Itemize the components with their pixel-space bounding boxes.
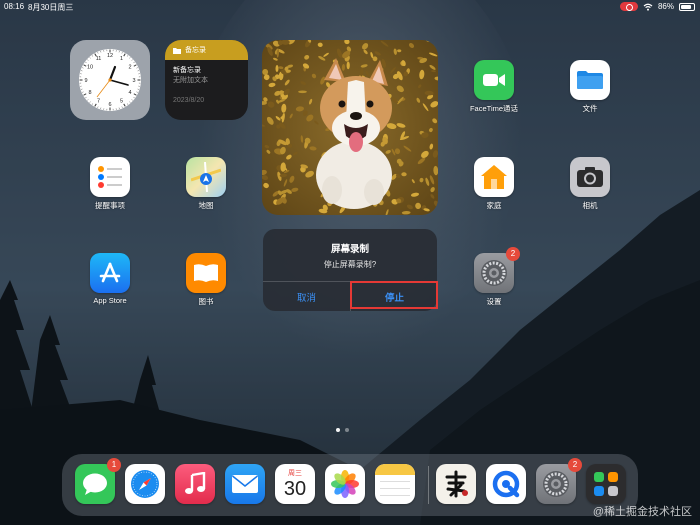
status-bar: 08:16 8月30日周三 86% (0, 0, 700, 14)
clock-widget[interactable]: 12 1 2 345 678 9 10 11 (70, 40, 150, 120)
app-facetime[interactable]: FaceTime通话 (459, 60, 529, 114)
svg-text:9: 9 (84, 78, 87, 84)
page-indicator[interactable] (336, 428, 349, 432)
dock-messages-icon[interactable]: 1 (75, 458, 121, 504)
svg-text:11: 11 (96, 56, 102, 62)
photo-widget[interactable] (262, 40, 438, 215)
settings-label: 设置 (486, 297, 502, 306)
files-icon (570, 60, 610, 100)
dock-app-library-icon[interactable] (586, 464, 626, 504)
dock-settings-icon[interactable]: 2 (536, 458, 582, 504)
dock: 1 周三 30 2 (62, 454, 638, 516)
files-label: 文件 (582, 104, 598, 113)
svg-text:12: 12 (107, 53, 113, 59)
app-camera[interactable]: 相机 (555, 157, 625, 211)
svg-text:5: 5 (120, 99, 123, 105)
dock-calligraphy-app-icon[interactable] (436, 464, 476, 504)
note-subtitle: 无附加文本 (173, 77, 208, 84)
battery-icon (679, 2, 695, 11)
app-maps[interactable]: 地图 (171, 157, 241, 211)
alert-title: 屏幕录制 (330, 244, 369, 255)
app-files[interactable]: 文件 (555, 60, 625, 114)
notes-widget[interactable]: 备忘录 新备忘录 无附加文本 2023/8/20 (165, 40, 248, 120)
dock-quark-browser-icon[interactable] (486, 464, 526, 504)
dock-notes-icon[interactable] (375, 464, 415, 504)
svg-text:7: 7 (97, 99, 100, 105)
camera-icon (570, 157, 610, 197)
facetime-icon (474, 60, 514, 100)
page-dot-1[interactable] (336, 428, 340, 432)
reminders-icon (90, 157, 130, 197)
maps-icon (186, 157, 226, 197)
svg-text:8: 8 (88, 90, 91, 96)
svg-text:2: 2 (128, 65, 131, 71)
status-date: 8月30日周三 (28, 3, 74, 12)
app-home[interactable]: 家庭 (459, 157, 529, 211)
battery-percent: 86% (657, 2, 674, 11)
books-label: 图书 (198, 297, 214, 306)
dock-settings-badge: 2 (568, 458, 582, 472)
svg-text:6: 6 (108, 102, 111, 108)
app-settings[interactable]: 2 设置 (459, 247, 529, 307)
clock-face-icon: 12 12 345 678 91011 (79, 49, 141, 111)
svg-text:3: 3 (132, 78, 135, 84)
app-appstore[interactable]: App Store (75, 253, 145, 305)
dock-photos-icon[interactable] (325, 464, 365, 504)
home-icon (474, 157, 514, 197)
home-label: 家庭 (486, 201, 502, 210)
app-reminders[interactable]: 提醒事项 (75, 157, 145, 211)
svg-text:10: 10 (87, 65, 93, 71)
camera-label: 相机 (582, 201, 598, 210)
appstore-icon (90, 253, 130, 293)
svg-text:4: 4 (128, 90, 131, 96)
app-books[interactable]: 图书 (171, 253, 241, 307)
notes-widget-title: 备忘录 (185, 47, 206, 54)
wifi-icon (643, 3, 653, 11)
settings-badge: 2 (506, 247, 520, 261)
screen-recording-indicator-icon[interactable] (619, 2, 638, 11)
stop-button-highlight (350, 281, 438, 309)
note-date: 2023/8/20 (173, 97, 205, 104)
corgi-photo (262, 40, 438, 215)
books-icon (186, 253, 226, 293)
dock-mail-icon[interactable] (225, 464, 265, 504)
dock-separator (428, 466, 429, 504)
dock-safari-icon[interactable] (125, 464, 165, 504)
facetime-label: FaceTime通话 (469, 104, 519, 113)
dock-music-icon[interactable] (175, 464, 215, 504)
reminders-label: 提醒事项 (95, 201, 125, 210)
watermark: @稀土掘金技术社区 (592, 506, 692, 518)
status-time: 08:16 (4, 2, 25, 11)
alert-message: 停止屏幕录制? (323, 260, 377, 269)
note-title: 新备忘录 (173, 67, 201, 74)
calendar-day: 30 (283, 477, 307, 500)
appstore-label: App Store (93, 296, 127, 305)
messages-badge: 1 (107, 458, 121, 472)
svg-text:1: 1 (120, 56, 123, 62)
settings-gear-icon: 2 (474, 247, 520, 293)
dock-calendar-icon[interactable]: 周三 30 (275, 464, 315, 504)
calendar-weekday: 周三 (288, 469, 302, 477)
page-dot-2[interactable] (345, 428, 349, 432)
battery-fill (681, 4, 692, 9)
cancel-button[interactable]: 取消 (263, 282, 350, 311)
folder-icon (173, 47, 181, 54)
maps-label: 地图 (198, 201, 214, 210)
